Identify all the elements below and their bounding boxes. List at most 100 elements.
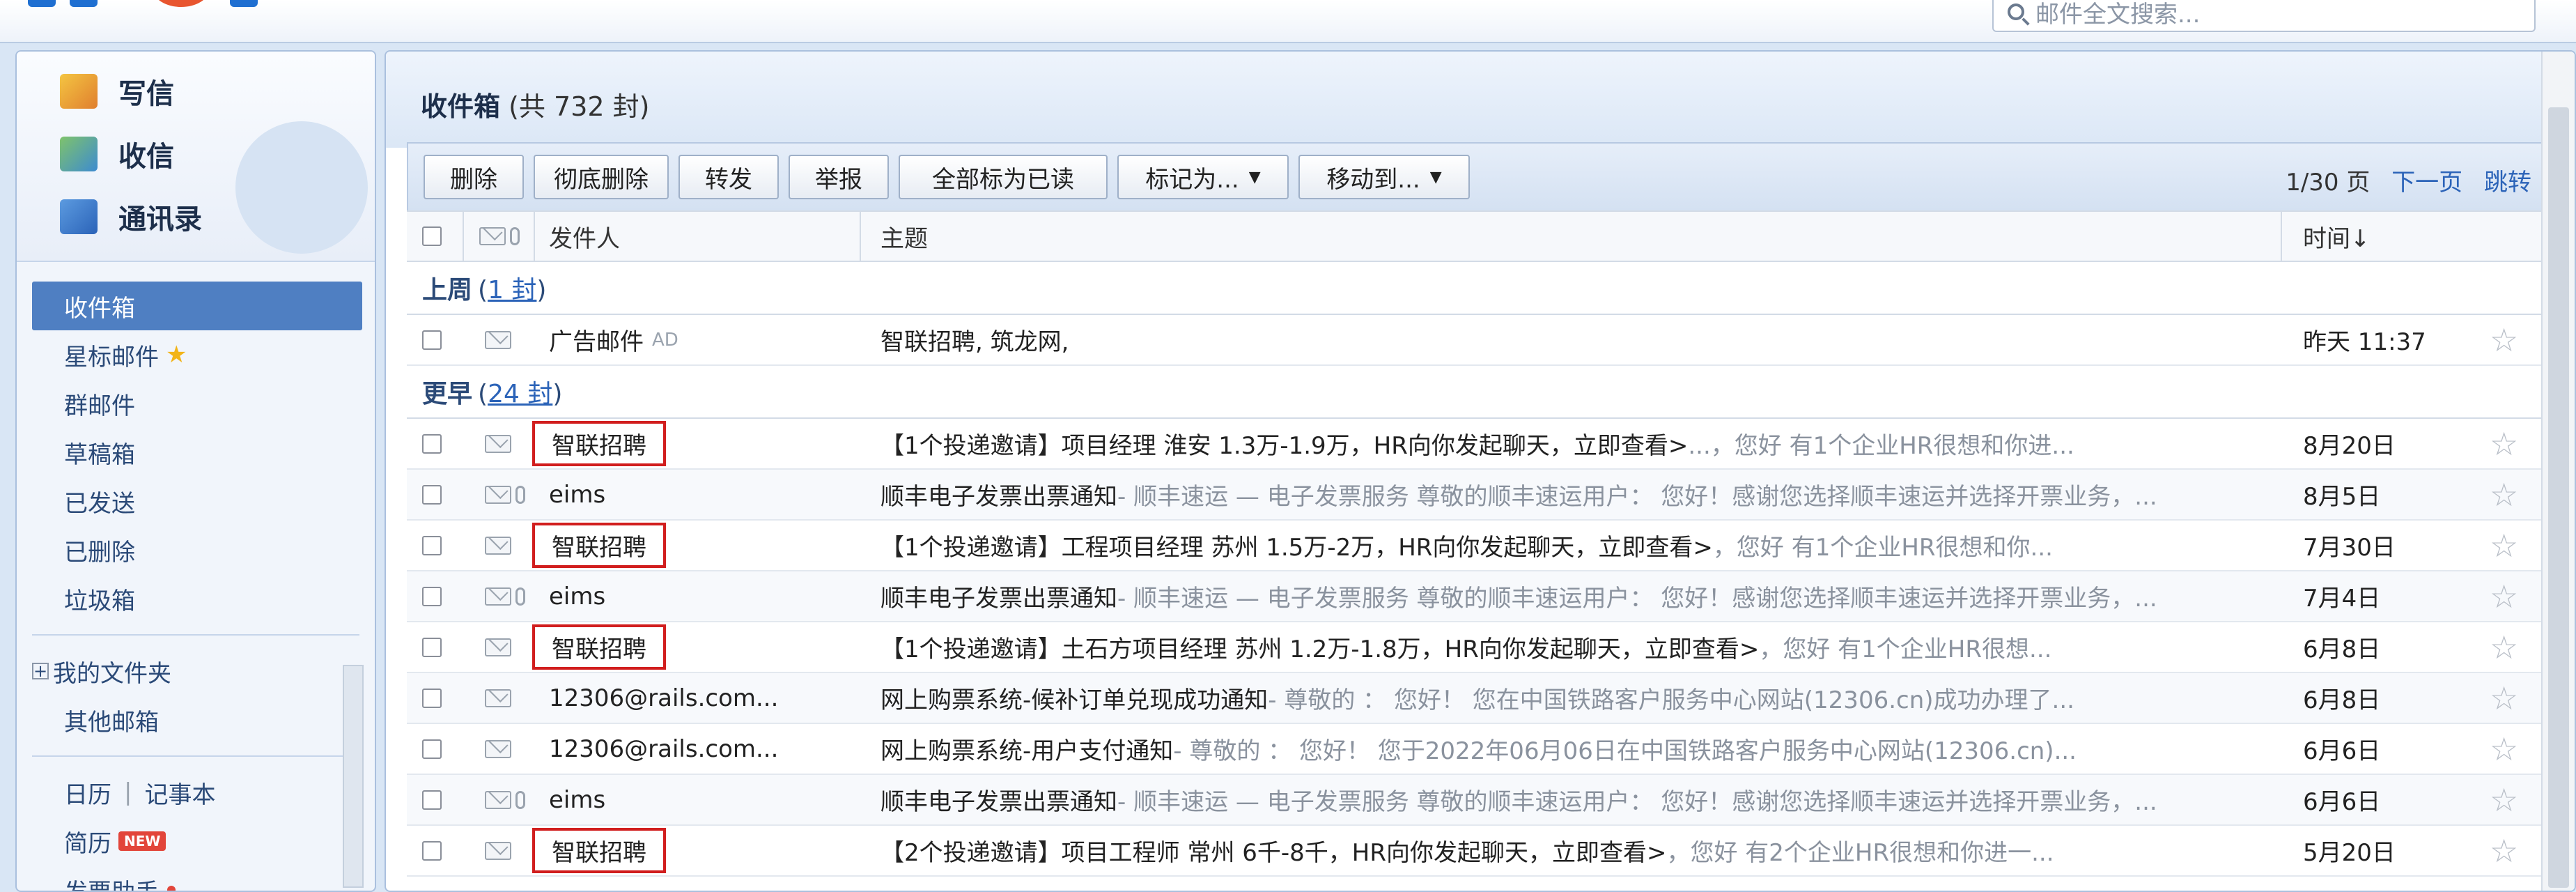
next-page-link[interactable]: 下一页 (2391, 169, 2462, 197)
move-to-dropdown[interactable]: 移动到... ▼ (1298, 155, 1470, 199)
star-icon[interactable]: ☆ (2490, 826, 2518, 875)
pager: 1/30 页 下一页 跳转 (2286, 163, 2531, 197)
calendar-link[interactable]: 日历 (64, 776, 111, 810)
time-text: 昨天 11:37 (2303, 328, 2426, 356)
folder-drafts[interactable]: 草稿箱 (17, 428, 375, 477)
star-icon[interactable]: ☆ (2490, 571, 2518, 621)
forward-button[interactable]: 转发 (678, 155, 779, 199)
time-cell: 7月30日 (2303, 521, 2396, 570)
checkbox[interactable] (422, 330, 442, 350)
subject-cell: 【1个投递邀请】项目经理 淮安 1.3万-1.9万，HR向你发起聊天，立即查看>… (880, 419, 2260, 468)
sidebar-scrollbar[interactable] (343, 665, 364, 888)
star-icon[interactable]: ☆ (2490, 724, 2518, 774)
folder-inbox[interactable]: 收件箱 (32, 282, 362, 330)
sender-cell: 12306@rails.com... (549, 724, 778, 774)
subject-column-header[interactable]: 主题 (880, 212, 928, 261)
row-checkbox[interactable] (422, 419, 442, 468)
checkbox[interactable] (422, 484, 442, 505)
checkbox[interactable] (422, 586, 442, 606)
row-checkbox[interactable] (422, 521, 442, 570)
folder-spam[interactable]: 垃圾箱 (17, 574, 375, 623)
report-button[interactable]: 举报 (789, 155, 889, 199)
folder-invoice[interactable]: 发票助手 (17, 866, 375, 891)
contacts-button[interactable]: 通讯录 (60, 197, 202, 237)
row-checkbox[interactable] (422, 315, 442, 364)
mail-row[interactable]: 智联招聘 【1个投递邀请】工程项目经理 苏州 1.5万-2万，HR向你发起聊天，立… (407, 521, 2556, 571)
checkbox[interactable] (422, 840, 442, 861)
mail-row[interactable]: 12306@rails.com... 网上购票系统-候补订单兑现成功通知 - 尊敬… (407, 673, 2556, 724)
mark-as-dropdown[interactable]: 标记为... ▼ (1117, 155, 1289, 199)
row-checkbox[interactable] (422, 775, 442, 824)
group-count-link[interactable]: 1 封 (488, 276, 536, 305)
chevron-down-icon: ▼ (1429, 168, 1442, 186)
star-icon[interactable]: ☆ (2490, 622, 2518, 672)
folder-label: 其他邮箱 (64, 708, 159, 737)
select-all-checkbox[interactable] (422, 212, 442, 261)
folder-label: 已删除 (64, 538, 135, 567)
column-label: 发件人 (549, 224, 620, 253)
delete-button[interactable]: 删除 (424, 155, 524, 199)
permanent-delete-button[interactable]: 彻底删除 (534, 155, 669, 199)
checkbox[interactable] (422, 790, 442, 810)
folder-sent[interactable]: 已发送 (17, 477, 375, 525)
folder-label: 星标邮件 (64, 343, 159, 371)
folder-group[interactable]: 群邮件 (17, 379, 375, 428)
notepad-link[interactable]: 记事本 (144, 776, 215, 810)
star-icon[interactable]: ☆ (2490, 673, 2518, 723)
mail-row[interactable]: eims 顺丰电子发票出票通知 - 顺丰速运 — 电子发票服务 尊敬的顺丰速运用户… (407, 571, 2556, 622)
row-checkbox[interactable] (422, 826, 442, 875)
subject-text: 【1个投递邀请】工程项目经理 苏州 1.5万-2万，HR向你发起聊天，立即查看> (880, 534, 1713, 562)
row-checkbox[interactable] (422, 470, 442, 519)
folder-resume[interactable]: 简历 NEW (17, 817, 375, 866)
mail-row[interactable]: eims 顺丰电子发票出票通知 - 顺丰速运 — 电子发票服务 尊敬的顺丰速运用户… (407, 775, 2556, 826)
search-input[interactable]: 邮件全文搜索... (1992, 0, 2536, 32)
star-icon[interactable]: ☆ (2490, 521, 2518, 570)
mail-row[interactable]: 智联招聘 【2个投递邀请】项目工程师 常州 6千-8千，HR向你发起聊天，立即查看… (407, 826, 2556, 877)
mark-all-read-button[interactable]: 全部标为已读 (899, 155, 1108, 199)
group-count-link[interactable]: 24 封 (488, 380, 552, 408)
folder-other[interactable]: 其他邮箱 (17, 695, 375, 744)
sender-name: 智联招聘 (532, 421, 666, 466)
star-icon[interactable]: ☆ (2490, 470, 2518, 519)
row-checkbox[interactable] (422, 571, 442, 621)
checkbox[interactable] (422, 688, 442, 708)
folder-label: 垃圾箱 (64, 587, 135, 615)
read-status-header (479, 212, 520, 261)
folder-deleted[interactable]: 已删除 (17, 525, 375, 574)
sender-cell: eims (549, 470, 605, 519)
mail-row[interactable]: 智联招聘 【1个投递邀请】项目经理 淮安 1.3万-1.9万，HR向你发起聊天，立… (407, 419, 2556, 470)
star-icon[interactable]: ☆ (2490, 315, 2518, 364)
main-scrollbar[interactable] (2541, 52, 2575, 891)
search-icon (2008, 3, 2024, 20)
subject-cell: 网上购票系统-用户支付通知 - 尊敬的 ： 您好！ 您于2022年06月06日在… (880, 724, 2260, 774)
mail-row[interactable]: 12306@rails.com... 网上购票系统-用户支付通知 - 尊敬的 ： … (407, 724, 2556, 775)
star-icon[interactable]: ☆ (2490, 775, 2518, 824)
checkbox[interactable] (422, 637, 442, 657)
folder-my-folders[interactable]: + 我的文件夹 (17, 647, 375, 695)
checkbox[interactable] (422, 739, 442, 759)
contacts-icon (60, 199, 98, 234)
scrollbar-thumb[interactable] (2548, 107, 2569, 888)
compose-button[interactable]: 写信 (60, 71, 174, 112)
group-label: 上周 (422, 276, 473, 305)
mail-row[interactable]: eims 顺丰电子发票出票通知 - 顺丰速运 — 电子发票服务 尊敬的顺丰速运用户… (407, 470, 2556, 521)
star-icon[interactable]: ☆ (2490, 419, 2518, 468)
receive-button[interactable]: 收信 (60, 134, 174, 174)
checkbox[interactable] (422, 433, 442, 454)
sender-column-header[interactable]: 发件人 (549, 212, 620, 261)
jump-link[interactable]: 跳转 (2484, 169, 2531, 197)
envelope-icon (485, 587, 511, 606)
button-label: 移动到... (1326, 165, 1420, 194)
time-column-header[interactable]: 时间↓ (2303, 212, 2371, 261)
row-checkbox[interactable] (422, 724, 442, 774)
mail-row[interactable]: 广告邮件 AD 智联招聘, 筑龙网, 昨天 11:37 ☆ (407, 315, 2556, 366)
row-checkbox[interactable] (422, 673, 442, 723)
status-icons (485, 521, 511, 570)
mail-row[interactable]: 智联招聘 【1个投递邀请】土石方项目经理 苏州 1.2万-1.8万，HR向你发起聊… (407, 622, 2556, 673)
button-label: 删除 (450, 165, 497, 194)
checkbox[interactable] (422, 226, 442, 246)
folder-starred[interactable]: 星标邮件 ★ (17, 330, 375, 379)
status-icons (485, 419, 511, 468)
row-checkbox[interactable] (422, 622, 442, 672)
checkbox[interactable] (422, 535, 442, 555)
